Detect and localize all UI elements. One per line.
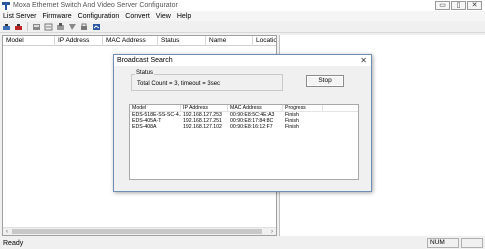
results-column-model[interactable]: Model	[130, 105, 181, 111]
column-ip-address[interactable]: IP Address	[55, 36, 103, 46]
export-icon[interactable]	[67, 22, 77, 31]
column-name[interactable]: Name	[206, 36, 253, 46]
app-logo-icon	[2, 1, 10, 10]
scroll-right-icon[interactable]: ›	[268, 228, 276, 236]
menu-configuration[interactable]: Configuration	[78, 13, 120, 20]
dialog-close-icon[interactable]: ✕	[360, 56, 367, 65]
status-bar: Ready NUM	[0, 237, 485, 249]
window-controls: ▭ ▯ ✕	[435, 1, 482, 10]
status-text: Ready	[3, 239, 24, 247]
broadcast-search-dialog: Broadcast Search ✕ Status Total Count = …	[113, 54, 372, 192]
dialog-title: Broadcast Search	[117, 57, 173, 64]
result-model: EDS-408A	[132, 124, 157, 130]
status-group-label: Status	[135, 70, 155, 76]
toolbar-divider	[27, 22, 28, 31]
maximize-button[interactable]: ▯	[451, 1, 466, 10]
menu-view[interactable]: View	[156, 13, 171, 20]
stop-button[interactable]: Stop	[306, 75, 344, 87]
total-count-text: Total Count = 3, timeout = 3sec	[137, 81, 221, 87]
menu-list-server[interactable]: List Server	[3, 13, 36, 20]
status-panel	[461, 238, 483, 248]
column-status[interactable]: Status	[158, 36, 206, 46]
upload-icon[interactable]	[55, 22, 65, 31]
minimize-button[interactable]: ▭	[435, 1, 450, 10]
search-icon[interactable]	[2, 22, 12, 31]
menu-help[interactable]: Help	[177, 13, 191, 20]
horizontal-scrollbar[interactable]: ‹ ›	[3, 227, 276, 235]
broadcast-icon[interactable]	[14, 22, 24, 31]
window-title: Moxa Ethernet Switch And Video Server Co…	[13, 2, 178, 9]
result-row[interactable]: EDS-408A 192.168.127.102 00:90:E8:16:12:…	[130, 124, 358, 130]
column-model[interactable]: Model	[3, 36, 55, 46]
menu-convert[interactable]: Convert	[125, 13, 150, 20]
status-group: Status Total Count = 3, timeout = 3sec	[131, 70, 283, 91]
scrollbar-thumb[interactable]	[12, 229, 262, 234]
lock-icon[interactable]	[79, 22, 89, 31]
column-mac-address[interactable]: MAC Address	[103, 36, 158, 46]
search-results-list[interactable]: Model IP Address MAC Address Progress ED…	[129, 104, 359, 180]
scroll-left-icon[interactable]: ‹	[3, 228, 11, 236]
toolbar	[0, 21, 485, 33]
config-icon[interactable]	[43, 22, 53, 31]
num-lock-indicator: NUM	[427, 238, 459, 248]
dialog-title-bar: Broadcast Search ✕	[114, 55, 371, 66]
network-icon[interactable]	[31, 22, 41, 31]
results-header: Model IP Address MAC Address Progress	[130, 105, 358, 112]
title-bar: Moxa Ethernet Switch And Video Server Co…	[0, 0, 485, 11]
result-mac: 00:90:E8:16:12:F7	[230, 124, 273, 130]
column-location[interactable]: Locatio	[253, 36, 276, 46]
results-column-progress[interactable]: Progress	[283, 105, 323, 111]
result-ip: 192.168.127.102	[183, 124, 222, 130]
close-button[interactable]: ✕	[467, 1, 482, 10]
results-column-ip-address[interactable]: IP Address	[181, 105, 228, 111]
results-column-mac-address[interactable]: MAC Address	[228, 105, 283, 111]
menu-bar: List Server Firmware Configuration Conve…	[0, 11, 485, 21]
result-progress: Finish	[285, 124, 299, 130]
device-list-header: Model IP Address MAC Address Status Name…	[3, 36, 276, 46]
menu-firmware[interactable]: Firmware	[42, 13, 71, 20]
unlock-icon[interactable]	[91, 22, 101, 31]
